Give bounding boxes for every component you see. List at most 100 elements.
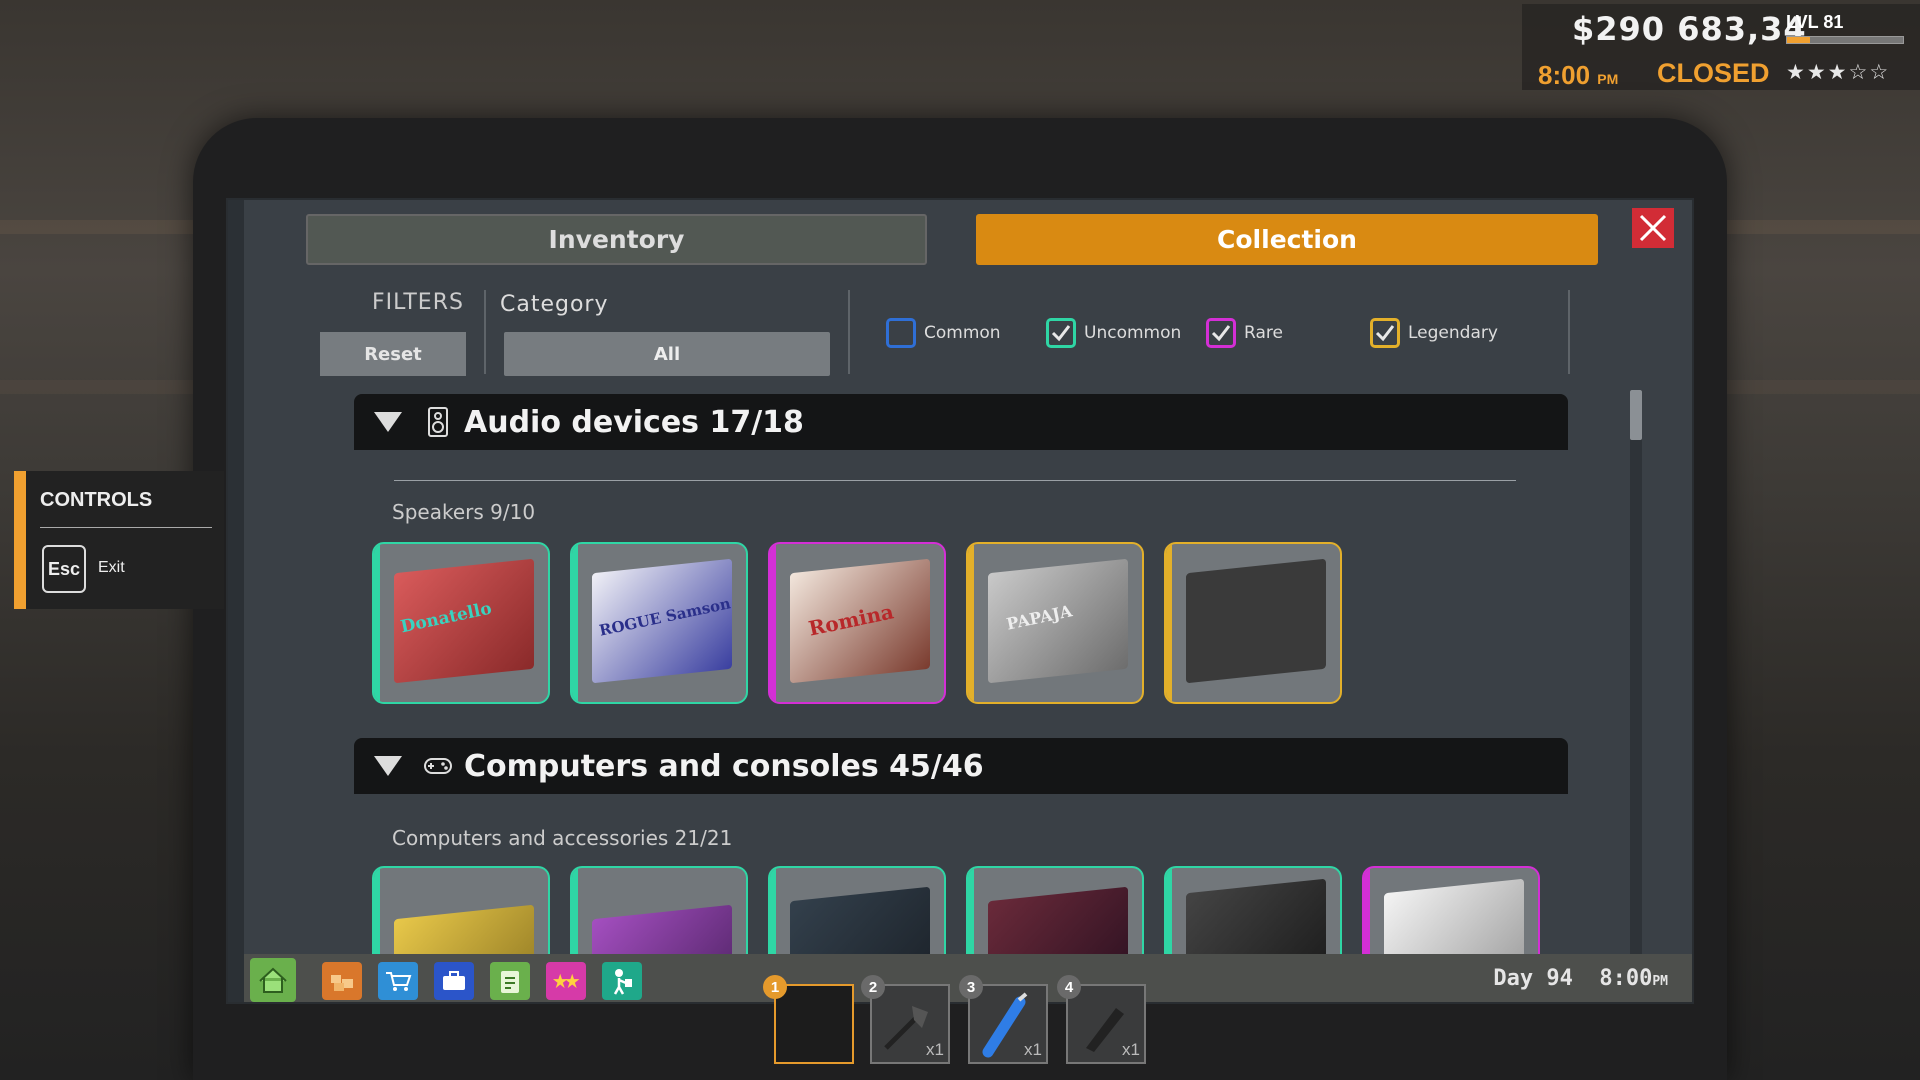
money-display: $290 683,34 — [1572, 10, 1807, 48]
section-header-computers[interactable]: Computers and consoles 45/46 — [354, 738, 1568, 794]
close-icon — [1639, 214, 1667, 242]
boxes-icon[interactable] — [322, 962, 362, 1000]
hotbar-slot-number: 2 — [861, 975, 885, 999]
filter-uncommon[interactable]: Uncommon — [1046, 318, 1181, 348]
controls-divider — [40, 527, 212, 528]
checkbox-rare[interactable] — [1206, 318, 1236, 348]
filter-legendary[interactable]: Legendary — [1370, 318, 1498, 348]
hud-panel: $290 683,34 LVL 81 8:00 PM CLOSED ★★★☆☆ — [1522, 4, 1920, 90]
star-empty-icon: ☆ — [1848, 60, 1870, 84]
collapse-arrow-icon[interactable] — [374, 756, 402, 776]
tab-inventory[interactable]: Inventory — [306, 214, 927, 265]
xp-bar — [1786, 36, 1904, 44]
taskbar-time-suffix: PM — [1652, 974, 1668, 989]
divider — [1568, 290, 1570, 374]
star-filled-icon: ★ — [1786, 60, 1807, 84]
subsection-divider — [394, 480, 1516, 481]
clipboard-icon[interactable] — [490, 962, 530, 1000]
filter-uncommon-label: Uncommon — [1084, 323, 1182, 343]
clock-suffix: PM — [1597, 71, 1619, 87]
hotbar-slot-number: 3 — [959, 975, 983, 999]
close-button[interactable] — [1632, 208, 1674, 248]
star-filled-icon: ★ — [1827, 60, 1849, 84]
active-tab-indicator — [484, 1002, 534, 1004]
item-box-image — [592, 904, 732, 956]
speaker-icon — [428, 407, 448, 437]
slot-quantity: x1 — [1024, 1040, 1042, 1059]
level-label: LVL 81 — [1786, 12, 1844, 32]
hotbar-slot-4[interactable]: x1 — [1066, 984, 1146, 1064]
hotbar-slot-3[interactable]: x1 — [968, 984, 1048, 1064]
hotbar-slot-number: 1 — [763, 975, 787, 999]
item-box-image — [988, 886, 1128, 956]
laptop-screen: Inventory Collection FILTERS Reset Categ… — [226, 198, 1694, 1004]
controls-panel: CONTROLS Esc Exit — [14, 471, 224, 609]
filter-common[interactable]: Common — [886, 318, 1001, 348]
scrollbar-thumb[interactable] — [1630, 390, 1642, 440]
day-time-display: Day 94 8:00PM — [1493, 966, 1668, 991]
collection-item-papaja[interactable]: PAPAJA — [966, 542, 1144, 704]
taskbar-time: 8:00 — [1599, 966, 1653, 991]
clock-time: 8:00 — [1538, 60, 1591, 90]
gamepad-icon — [424, 758, 452, 774]
category-dropdown[interactable]: All — [504, 332, 830, 376]
collection-item[interactable] — [372, 866, 550, 956]
store-status: CLOSED — [1657, 58, 1770, 88]
reset-button[interactable]: Reset — [320, 332, 466, 376]
store-rating: ★★★☆☆ — [1786, 60, 1890, 84]
subsection-label-computers: Computers and accessories 21/21 — [392, 826, 733, 850]
clock-display: 8:00 PM — [1538, 60, 1618, 91]
collection-item-rogue-samson[interactable]: ROGUE Samson — [570, 542, 748, 704]
item-box-image — [1384, 878, 1524, 956]
esc-key-icon: Esc — [42, 545, 86, 593]
section-title-audio: Audio devices 17/18 — [464, 404, 804, 440]
slot-quantity: x1 — [1122, 1040, 1140, 1059]
checkbox-legendary[interactable] — [1370, 318, 1400, 348]
item-box-image — [1186, 878, 1326, 956]
section-header-audio[interactable]: Audio devices 17/18 — [354, 394, 1568, 450]
subsection-label-speakers: Speakers 9/10 — [392, 500, 536, 524]
divider — [484, 290, 486, 374]
controls-title: CONTROLS — [40, 489, 153, 511]
home-icon[interactable] — [250, 958, 296, 1002]
exit-label: Exit — [98, 559, 125, 576]
collection-item-romina[interactable]: Romina — [768, 542, 946, 704]
locked-item-silhouette — [1186, 558, 1326, 684]
screen-edge — [228, 200, 244, 1002]
item-box-image — [394, 904, 534, 956]
checkbox-uncommon[interactable] — [1046, 318, 1076, 348]
collection-item[interactable] — [966, 866, 1144, 956]
day-label: Day 94 — [1493, 966, 1573, 991]
checkbox-common[interactable] — [886, 318, 916, 348]
check-icon — [1375, 325, 1395, 342]
collection-item[interactable] — [768, 866, 946, 956]
collection-item[interactable] — [570, 866, 748, 956]
scrollbar-track[interactable] — [1630, 390, 1642, 970]
section-title-computers: Computers and consoles 45/46 — [464, 748, 984, 784]
filter-rare[interactable]: Rare — [1206, 318, 1283, 348]
hotbar-slot-2[interactable]: x1 — [870, 984, 950, 1064]
collection-item[interactable] — [1362, 866, 1540, 956]
collection-item-donatello[interactable]: Donatello — [372, 542, 550, 704]
check-icon — [1211, 325, 1231, 342]
collection-item[interactable] — [1164, 866, 1342, 956]
collection-item-locked[interactable] — [1164, 542, 1342, 704]
filter-common-label: Common — [924, 323, 1001, 343]
star-empty-icon: ☆ — [1869, 60, 1891, 84]
check-icon — [1051, 325, 1071, 342]
briefcase-icon[interactable] — [434, 962, 474, 1000]
star-filled-icon: ★ — [1806, 60, 1828, 84]
cart-icon[interactable] — [378, 962, 418, 1000]
tab-collection[interactable]: Collection — [976, 214, 1598, 265]
divider — [848, 290, 850, 374]
stars-icon[interactable] — [546, 962, 586, 1000]
hotbar-slot-1[interactable] — [774, 984, 854, 1064]
category-label: Category — [500, 292, 609, 317]
item-box-image — [790, 886, 930, 956]
hotbar-slot-number: 4 — [1057, 975, 1081, 999]
xp-bar-fill — [1787, 37, 1811, 43]
collapse-arrow-icon[interactable] — [374, 412, 402, 432]
worker-icon[interactable] — [602, 962, 642, 1000]
filter-legendary-label: Legendary — [1408, 323, 1498, 343]
filter-rare-label: Rare — [1244, 323, 1283, 343]
